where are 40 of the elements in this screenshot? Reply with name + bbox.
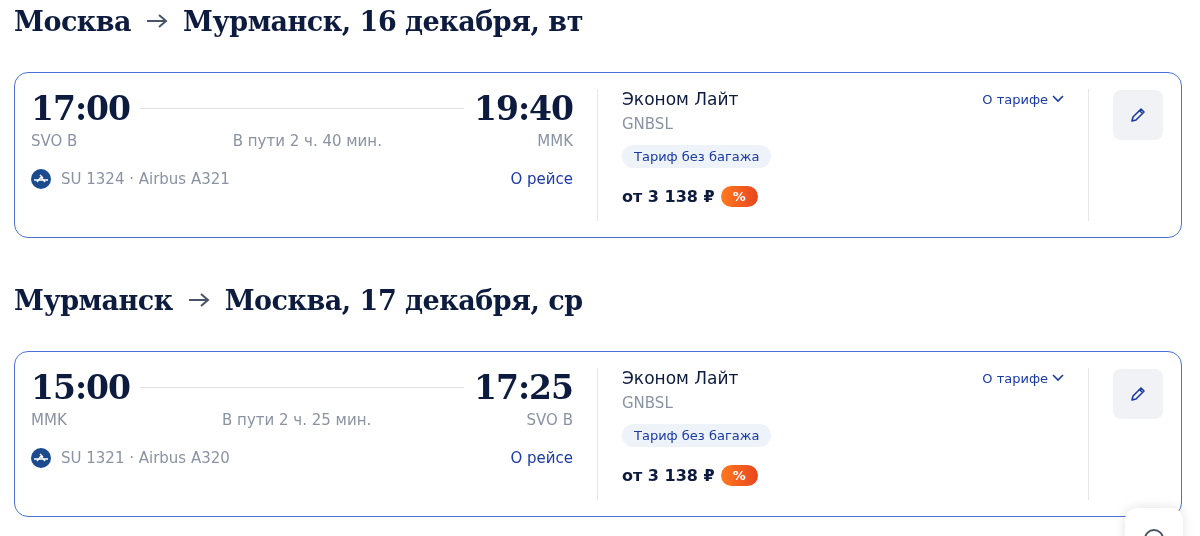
arrival-time: 17:25 <box>473 368 573 407</box>
price: от 3 138 ₽ <box>622 466 715 485</box>
fare-name: Эконом Лайт <box>622 368 739 388</box>
route-origin: Мурманск <box>14 284 173 316</box>
arrow-right-icon <box>186 292 211 308</box>
route-origin: Москва <box>14 5 132 37</box>
flight-details-link[interactable]: О рейсе <box>510 449 573 467</box>
flight-details-link[interactable]: О рейсе <box>510 170 573 188</box>
airline-logo-icon <box>31 448 51 468</box>
departure-time: 15:00 <box>31 368 131 407</box>
route-destination-date: Мурманск, 16 декабря, вт <box>183 5 583 37</box>
airline-logo-icon <box>31 169 51 189</box>
arrival-time: 19:40 <box>473 89 573 128</box>
flight-duration: В пути 2 ч. 40 мин. <box>232 132 382 150</box>
pencil-icon <box>1129 385 1147 403</box>
route-destination-date: Москва, 17 декабря, ср <box>224 284 583 316</box>
chevron-down-icon <box>1052 95 1064 103</box>
fare-name: Эконом Лайт <box>622 89 739 109</box>
discount-badge: % <box>720 186 758 207</box>
arrow-right-icon <box>145 13 170 29</box>
flight-duration: В пути 2 ч. 25 мин. <box>222 411 372 429</box>
fare-tag: Тариф без багажа <box>622 145 772 168</box>
chevron-down-icon <box>1052 374 1064 382</box>
price: от 3 138 ₽ <box>622 187 715 206</box>
edit-button[interactable] <box>1113 369 1163 419</box>
fare-details-link[interactable]: О тарифе <box>982 370 1064 386</box>
departure-airport: MMK <box>31 411 67 429</box>
flight-info: SU 1321 · Airbus A320 <box>61 449 230 467</box>
fare-tag: Тариф без багажа <box>622 424 772 447</box>
flight-info: SU 1324 · Airbus A321 <box>61 170 230 188</box>
arrival-airport: SVO B <box>526 411 573 429</box>
departure-airport: SVO B <box>31 132 78 150</box>
discount-badge: % <box>720 465 758 486</box>
fare-code: GNBSL <box>622 115 673 133</box>
fare-details-link[interactable]: О тарифе <box>982 91 1064 107</box>
edit-button[interactable] <box>1113 90 1163 140</box>
pencil-icon <box>1129 106 1147 124</box>
arrival-airport: MMK <box>537 132 573 150</box>
departure-time: 17:00 <box>31 89 131 128</box>
fare-code: GNBSL <box>622 394 673 412</box>
